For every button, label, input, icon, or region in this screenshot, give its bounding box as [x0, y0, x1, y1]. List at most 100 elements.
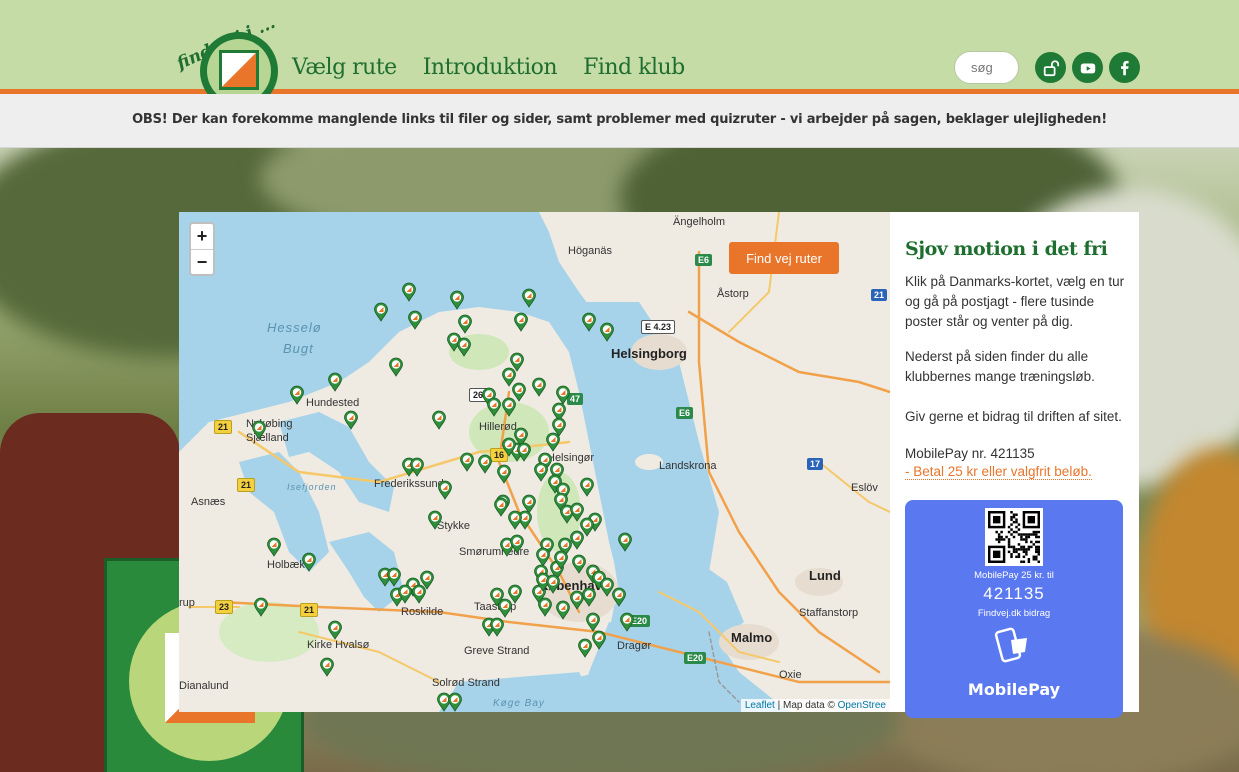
- place-label: Ängelholm: [673, 216, 725, 228]
- place-label: Solrød Strand: [432, 677, 500, 689]
- search-input[interactable]: [954, 51, 1019, 84]
- route-marker-icon[interactable]: [619, 612, 635, 632]
- notice-text: OBS! Der kan forekomme manglende links t…: [132, 112, 1107, 127]
- info-panel: Sjov motion i det fri Klik på Danmarks-k…: [890, 212, 1139, 718]
- route-marker-icon[interactable]: [577, 638, 593, 658]
- route-marker-icon[interactable]: [553, 550, 569, 570]
- route-marker-icon[interactable]: [319, 657, 335, 677]
- route-marker-icon[interactable]: [427, 510, 443, 530]
- map-view[interactable]: Ängelholm Höganäs Åstorp Hesselø Bugt He…: [179, 212, 890, 712]
- mobilepay-number: MobilePay nr. 421135: [905, 446, 1035, 461]
- nav-vaelg-rute[interactable]: Vælg rute: [292, 55, 397, 80]
- route-marker-icon[interactable]: [611, 587, 627, 607]
- place-label: Oxie: [779, 669, 802, 681]
- place-label: Asnæs: [191, 496, 226, 508]
- mobilepay-card-line2: Findvej.dk bidrag: [977, 608, 1051, 619]
- route-marker-icon[interactable]: [489, 617, 505, 637]
- route-marker-icon[interactable]: [521, 288, 537, 308]
- place-label: Höganäs: [568, 245, 613, 257]
- route-marker-icon[interactable]: [449, 290, 465, 310]
- route-marker-icon[interactable]: [457, 314, 473, 334]
- route-marker-icon[interactable]: [516, 442, 532, 462]
- route-marker-icon[interactable]: [407, 310, 423, 330]
- route-marker-icon[interactable]: [477, 454, 493, 474]
- place-label: Lund: [809, 568, 841, 583]
- road-shield: 21: [214, 420, 233, 434]
- road-shield: E6: [676, 407, 694, 419]
- place-label: Dragør: [617, 640, 652, 652]
- route-marker-icon[interactable]: [531, 377, 547, 397]
- find-routes-button[interactable]: Find vej ruter: [729, 242, 839, 274]
- route-marker-icon[interactable]: [501, 437, 517, 457]
- route-marker-icon[interactable]: [599, 322, 615, 342]
- route-marker-icon[interactable]: [579, 477, 595, 497]
- mobilepay-card[interactable]: MobilePay 25 kr. til 421135 Findvej.dk b…: [905, 500, 1123, 718]
- leaflet-link[interactable]: Leaflet: [745, 700, 775, 711]
- route-marker-icon[interactable]: [459, 452, 475, 472]
- place-label: Hundested: [306, 397, 360, 409]
- route-marker-icon[interactable]: [591, 630, 607, 650]
- route-marker-icon[interactable]: [401, 282, 417, 302]
- route-marker-icon[interactable]: [486, 397, 502, 417]
- facebook-icon[interactable]: [1109, 52, 1140, 83]
- route-marker-icon[interactable]: [409, 457, 425, 477]
- place-label: Eslöv: [851, 482, 878, 494]
- lock-open-icon[interactable]: [1035, 52, 1066, 83]
- route-marker-icon[interactable]: [585, 612, 601, 632]
- route-marker-icon[interactable]: [545, 432, 561, 452]
- qr-code: [985, 508, 1043, 566]
- route-marker-icon[interactable]: [266, 537, 282, 557]
- place-label: rup: [179, 597, 195, 609]
- route-marker-icon[interactable]: [251, 420, 267, 440]
- route-marker-icon[interactable]: [397, 584, 413, 604]
- place-label: Bugt: [283, 341, 314, 356]
- zoom-in-button[interactable]: +: [191, 224, 213, 249]
- notice-bar: OBS! Der kan forekomme manglende links t…: [0, 94, 1239, 148]
- route-marker-icon[interactable]: [489, 587, 505, 607]
- road-shield: E20: [684, 652, 707, 664]
- mobilepay-brand: MobilePay: [967, 680, 1061, 699]
- place-label: Dianalund: [179, 680, 229, 692]
- place-label: Hesselø: [267, 320, 322, 335]
- place-label: Helsingborg: [611, 346, 687, 361]
- route-marker-icon[interactable]: [253, 597, 269, 617]
- route-marker-icon[interactable]: [327, 620, 343, 640]
- place-label: Hillerød: [479, 421, 517, 433]
- route-marker-icon[interactable]: [301, 552, 317, 572]
- route-marker-icon[interactable]: [456, 337, 472, 357]
- nav-find-klub[interactable]: Find klub: [583, 55, 685, 80]
- route-marker-icon[interactable]: [447, 692, 463, 712]
- route-marker-icon[interactable]: [431, 410, 447, 430]
- road-shield: 21: [237, 478, 256, 492]
- panel-title: Sjov motion i det fri: [905, 238, 1108, 260]
- youtube-icon[interactable]: [1072, 52, 1103, 83]
- route-marker-icon[interactable]: [343, 410, 359, 430]
- route-marker-icon[interactable]: [501, 397, 517, 417]
- route-marker-icon[interactable]: [437, 480, 453, 500]
- mobilepay-card-number: 421135: [983, 584, 1045, 603]
- zoom-out-button[interactable]: −: [191, 249, 213, 274]
- route-marker-icon[interactable]: [373, 302, 389, 322]
- place-label: Malmo: [731, 630, 773, 645]
- route-marker-icon[interactable]: [388, 357, 404, 377]
- route-marker-icon[interactable]: [581, 587, 597, 607]
- place-label: Staffanstorp: [799, 607, 859, 619]
- route-marker-icon[interactable]: [617, 532, 633, 552]
- route-marker-icon[interactable]: [545, 574, 561, 594]
- orienteering-flag-icon: [219, 50, 259, 90]
- route-marker-icon[interactable]: [513, 312, 529, 332]
- route-marker-icon[interactable]: [327, 372, 343, 392]
- place-label: Åstorp: [717, 288, 749, 300]
- mobilepay-phone-icon: [993, 626, 1033, 666]
- route-marker-icon[interactable]: [537, 597, 553, 617]
- route-marker-icon[interactable]: [496, 464, 512, 484]
- nav-introduktion[interactable]: Introduktion: [423, 55, 558, 80]
- route-marker-icon[interactable]: [581, 312, 597, 332]
- pay-link[interactable]: - Betal 25 kr eller valgfrit beløb.: [905, 464, 1092, 480]
- osm-link[interactable]: OpenStree: [838, 700, 886, 711]
- route-marker-icon[interactable]: [419, 570, 435, 590]
- route-marker-icon[interactable]: [509, 534, 525, 554]
- place-label: Køge Bay: [493, 698, 545, 709]
- route-marker-icon[interactable]: [507, 510, 523, 530]
- route-marker-icon[interactable]: [289, 385, 305, 405]
